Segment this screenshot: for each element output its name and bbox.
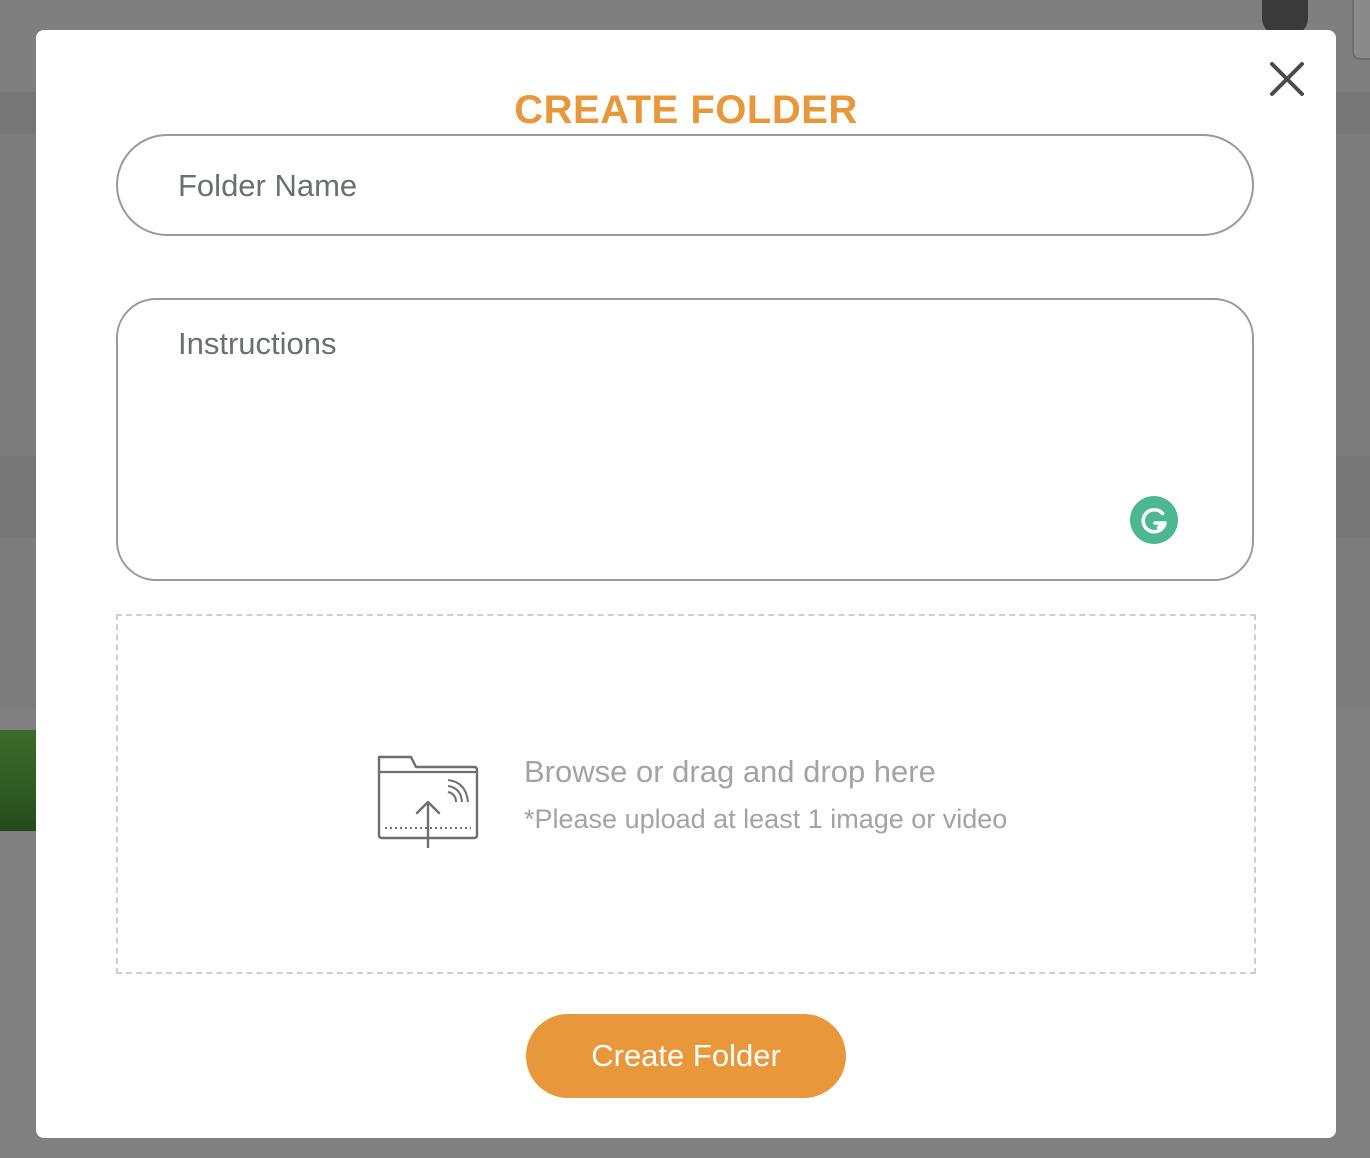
close-icon xyxy=(1270,62,1304,96)
file-dropzone[interactable]: Browse or drag and drop here *Please upl… xyxy=(116,614,1256,974)
folder-name-input[interactable]: Folder Name xyxy=(116,134,1254,236)
instructions-placeholder: Instructions xyxy=(178,326,337,361)
instructions-textarea[interactable]: Instructions xyxy=(116,298,1254,581)
create-folder-button[interactable]: Create Folder xyxy=(526,1014,846,1098)
dialog-title: CREATE FOLDER xyxy=(514,88,858,132)
background-menu-button xyxy=(1352,0,1370,60)
background-thumbnail xyxy=(0,730,40,831)
grammarly-icon xyxy=(1141,508,1167,534)
grammarly-button[interactable] xyxy=(1130,496,1178,544)
folder-name-placeholder: Folder Name xyxy=(178,168,358,203)
dropzone-hint-text: *Please upload at least 1 image or video xyxy=(524,804,1008,834)
close-button[interactable] xyxy=(1264,56,1310,102)
dropzone-main-text: Browse or drag and drop here xyxy=(524,754,936,789)
create-folder-dialog: CREATE FOLDER Folder Name Instructions B… xyxy=(36,30,1336,1138)
folder-upload-icon xyxy=(377,755,479,848)
